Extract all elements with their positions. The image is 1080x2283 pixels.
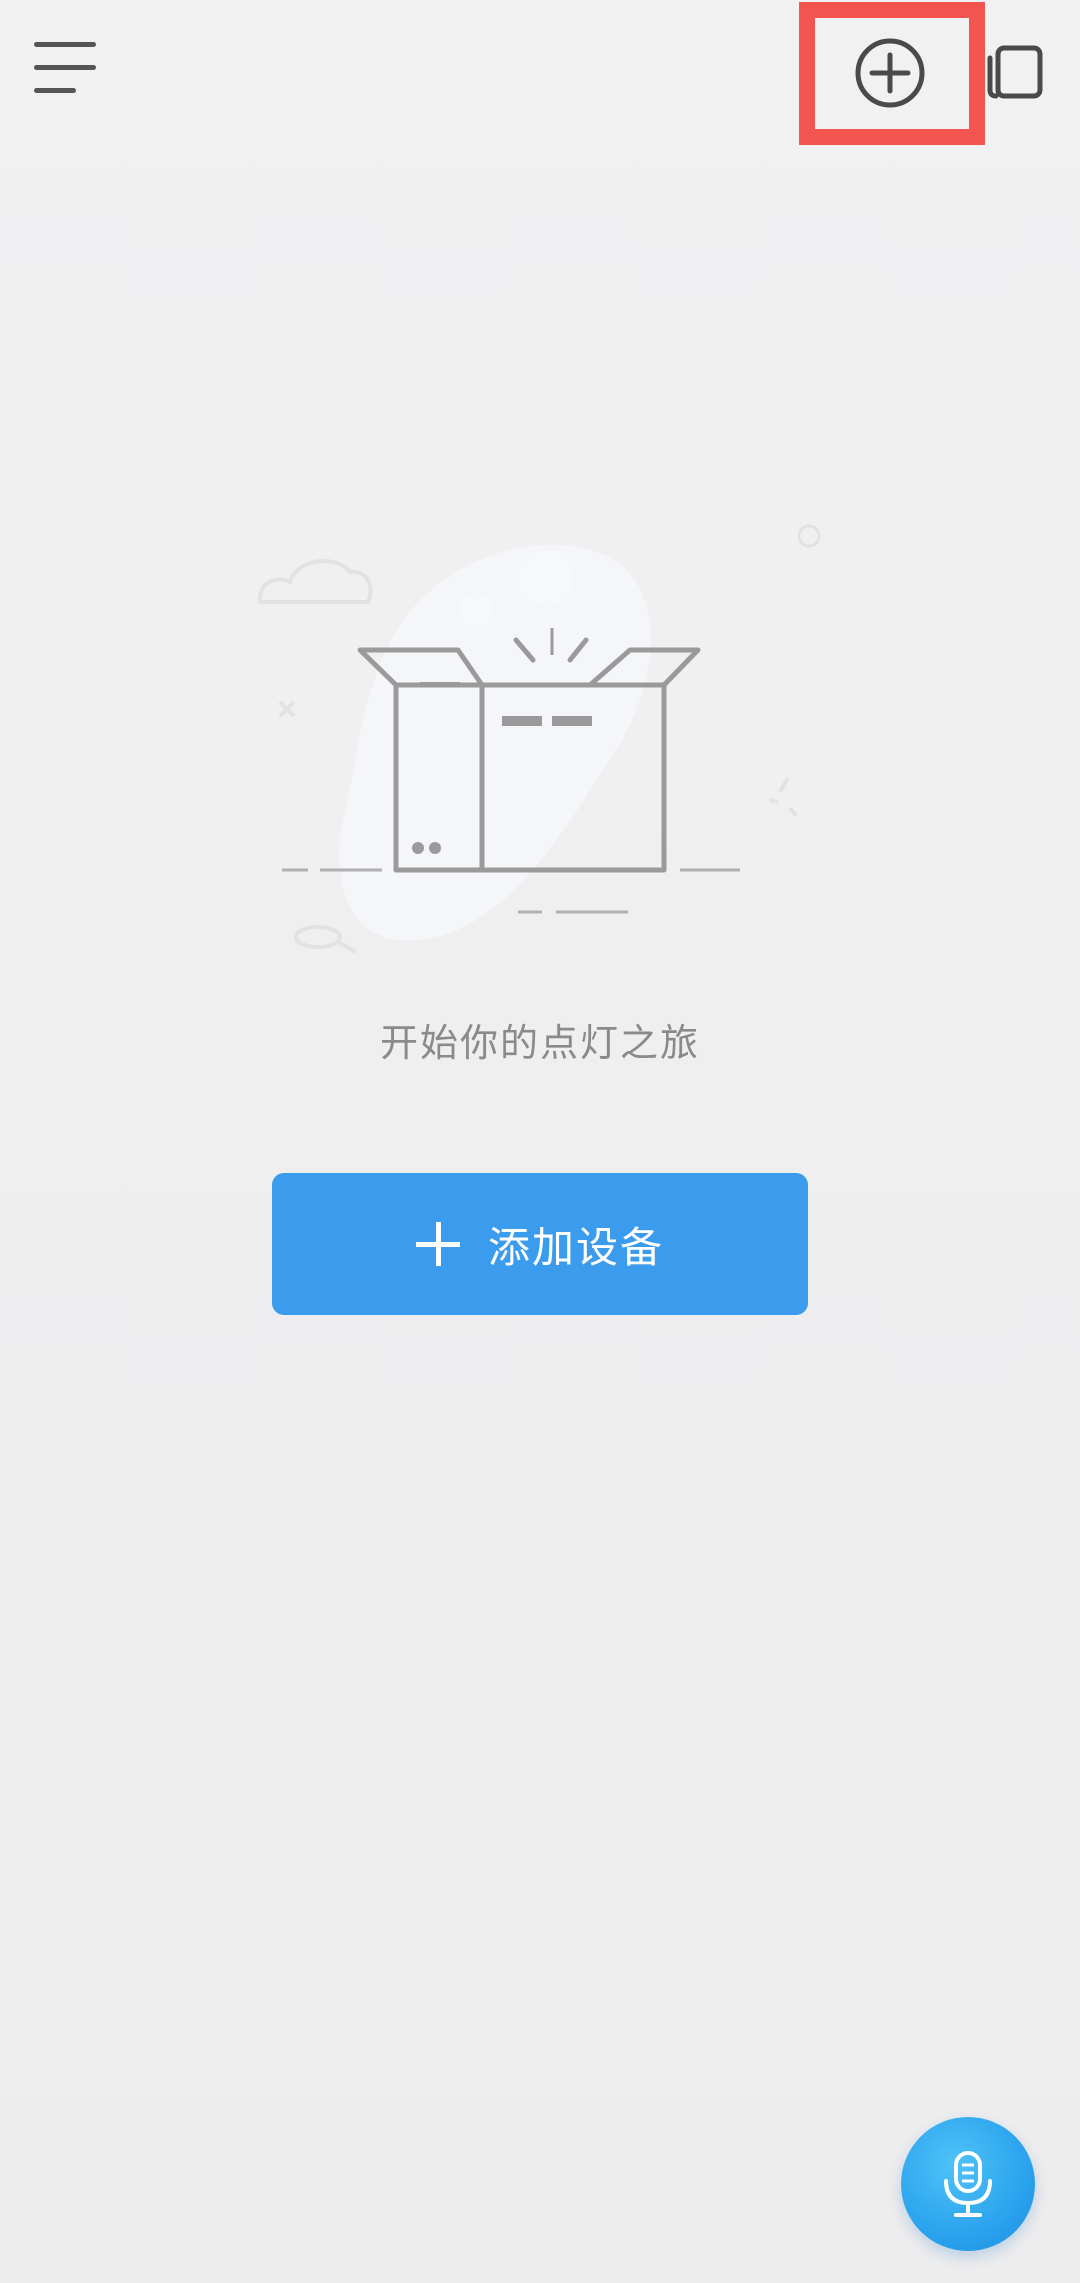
microphone-icon xyxy=(944,2151,992,2217)
devices-icon[interactable] xyxy=(978,36,1046,104)
plus-circle-icon[interactable] xyxy=(852,35,928,111)
app-screen: 开始你的点灯之旅 添加设备 xyxy=(0,0,1080,2283)
voice-button[interactable] xyxy=(901,2117,1035,2251)
empty-box-illustration xyxy=(257,524,821,954)
menu-button[interactable] xyxy=(26,32,106,104)
add-device-button[interactable]: 添加设备 xyxy=(272,1173,808,1315)
plus-icon xyxy=(415,1222,460,1266)
add-device-label: 添加设备 xyxy=(487,1222,664,1272)
empty-state-message: 开始你的点灯之旅 xyxy=(379,1021,700,1065)
hamburger-menu-icon xyxy=(34,42,96,93)
